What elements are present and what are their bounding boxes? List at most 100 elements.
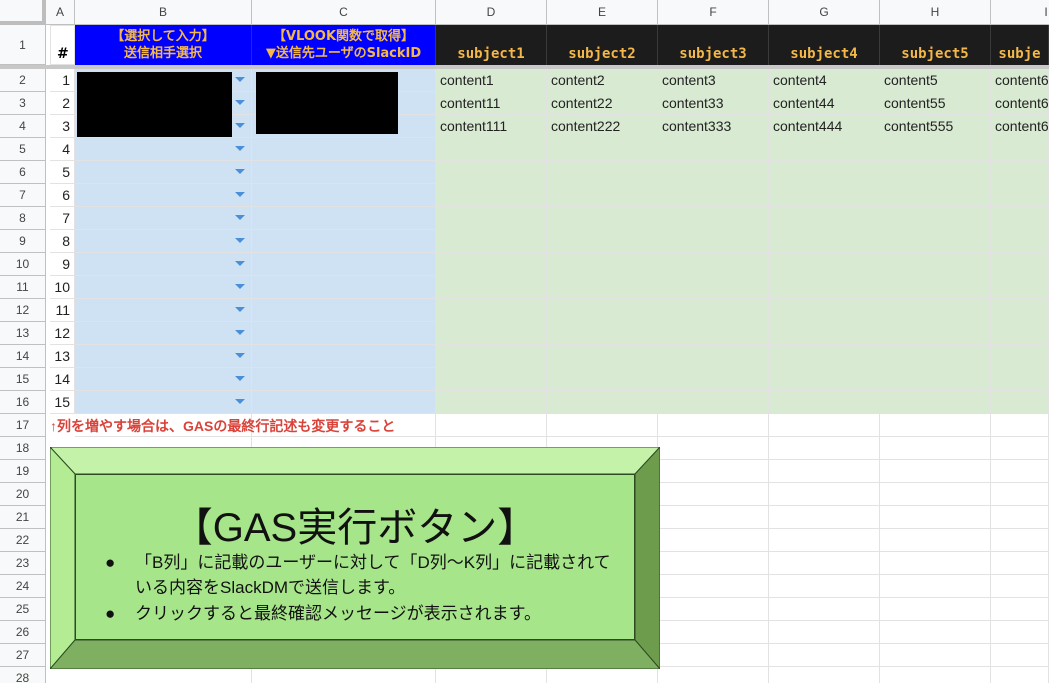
content-cell[interactable] (991, 391, 1049, 414)
content-cell[interactable] (547, 345, 658, 368)
content-cell[interactable] (658, 368, 769, 391)
empty-cell[interactable] (769, 667, 880, 683)
empty-cell[interactable] (769, 529, 880, 552)
content-cell[interactable]: content2 (547, 69, 658, 92)
row-number-cell[interactable]: 14 (50, 368, 75, 391)
content-cell[interactable] (991, 322, 1049, 345)
content-cell[interactable] (769, 391, 880, 414)
header-subject-5[interactable]: subject5 (880, 25, 991, 65)
row-header-13[interactable]: 13 (0, 322, 46, 345)
content-cell[interactable] (547, 230, 658, 253)
column-header-c[interactable]: C (252, 0, 436, 25)
header-cell-c[interactable]: 【VLOOK関数で取得】 ▼送信先ユーザのSlackID (252, 25, 436, 65)
content-cell[interactable]: content6 (991, 115, 1049, 138)
content-cell[interactable] (991, 230, 1049, 253)
row-number-cell[interactable]: 11 (50, 299, 75, 322)
content-cell[interactable] (658, 207, 769, 230)
content-cell[interactable]: content3 (658, 69, 769, 92)
recipient-select-cell[interactable] (75, 299, 252, 322)
slack-id-cell[interactable] (252, 230, 436, 253)
content-cell[interactable] (769, 299, 880, 322)
empty-cell[interactable] (769, 483, 880, 506)
content-cell[interactable] (658, 138, 769, 161)
empty-cell[interactable] (991, 644, 1049, 667)
row-number-cell[interactable]: 12 (50, 322, 75, 345)
empty-cell[interactable] (658, 667, 769, 683)
row-header-27[interactable]: 27 (0, 644, 46, 667)
empty-cell[interactable] (658, 598, 769, 621)
empty-cell[interactable] (880, 529, 991, 552)
recipient-select-cell[interactable] (75, 161, 252, 184)
content-cell[interactable] (547, 391, 658, 414)
content-cell[interactable] (658, 184, 769, 207)
row-header-1[interactable]: 1 (0, 25, 46, 65)
row-header-7[interactable]: 7 (0, 184, 46, 207)
empty-cell[interactable] (880, 483, 991, 506)
row-header-14[interactable]: 14 (0, 345, 46, 368)
content-cell[interactable] (880, 253, 991, 276)
content-cell[interactable]: content444 (769, 115, 880, 138)
empty-cell[interactable] (436, 414, 547, 437)
row-header-28[interactable]: 28 (0, 667, 46, 683)
slack-id-cell[interactable] (252, 207, 436, 230)
content-cell[interactable] (436, 161, 547, 184)
empty-cell[interactable] (991, 414, 1049, 437)
dropdown-arrow-icon[interactable] (235, 100, 245, 105)
row-header-10[interactable]: 10 (0, 253, 46, 276)
content-cell[interactable] (436, 322, 547, 345)
row-header-5[interactable]: 5 (0, 138, 46, 161)
empty-cell[interactable] (769, 506, 880, 529)
empty-cell[interactable] (880, 667, 991, 683)
row-header-24[interactable]: 24 (0, 575, 46, 598)
content-cell[interactable]: content333 (658, 115, 769, 138)
content-cell[interactable] (880, 276, 991, 299)
slack-id-cell[interactable] (252, 138, 436, 161)
content-cell[interactable] (658, 322, 769, 345)
empty-cell[interactable] (991, 437, 1049, 460)
content-cell[interactable] (547, 161, 658, 184)
row-number-cell[interactable]: 4 (50, 138, 75, 161)
header-hash-cell[interactable]: # (50, 25, 75, 65)
header-subject-3[interactable]: subject3 (658, 25, 769, 65)
content-cell[interactable] (658, 230, 769, 253)
content-cell[interactable] (769, 276, 880, 299)
row-header-20[interactable]: 20 (0, 483, 46, 506)
content-cell[interactable] (880, 138, 991, 161)
content-cell[interactable] (436, 230, 547, 253)
row-number-cell[interactable]: 8 (50, 230, 75, 253)
content-cell[interactable]: content44 (769, 92, 880, 115)
empty-cell[interactable] (769, 598, 880, 621)
dropdown-arrow-icon[interactable] (235, 376, 245, 381)
content-cell[interactable] (880, 161, 991, 184)
empty-cell[interactable] (991, 552, 1049, 575)
empty-cell[interactable] (547, 667, 658, 683)
row-header-8[interactable]: 8 (0, 207, 46, 230)
content-cell[interactable] (547, 184, 658, 207)
empty-cell[interactable] (769, 460, 880, 483)
row-number-cell[interactable]: 13 (50, 345, 75, 368)
empty-cell[interactable] (769, 575, 880, 598)
slack-id-cell[interactable] (252, 161, 436, 184)
content-cell[interactable] (547, 253, 658, 276)
content-cell[interactable]: content33 (658, 92, 769, 115)
row-header-23[interactable]: 23 (0, 552, 46, 575)
content-cell[interactable] (658, 345, 769, 368)
row-header-3[interactable]: 3 (0, 92, 46, 115)
row-header-6[interactable]: 6 (0, 161, 46, 184)
empty-cell[interactable] (991, 460, 1049, 483)
content-cell[interactable] (547, 207, 658, 230)
content-cell[interactable] (436, 184, 547, 207)
recipient-select-cell[interactable] (75, 253, 252, 276)
content-cell[interactable] (436, 253, 547, 276)
row-header-17[interactable]: 17 (0, 414, 46, 437)
column-header-g[interactable]: G (769, 0, 880, 25)
column-header-i[interactable]: I (991, 0, 1049, 25)
content-cell[interactable] (436, 299, 547, 322)
content-cell[interactable] (658, 253, 769, 276)
row-header-26[interactable]: 26 (0, 621, 46, 644)
header-subject-4[interactable]: subject4 (769, 25, 880, 65)
empty-cell[interactable] (769, 552, 880, 575)
content-cell[interactable] (769, 184, 880, 207)
empty-cell[interactable] (658, 529, 769, 552)
recipient-select-cell[interactable] (75, 345, 252, 368)
